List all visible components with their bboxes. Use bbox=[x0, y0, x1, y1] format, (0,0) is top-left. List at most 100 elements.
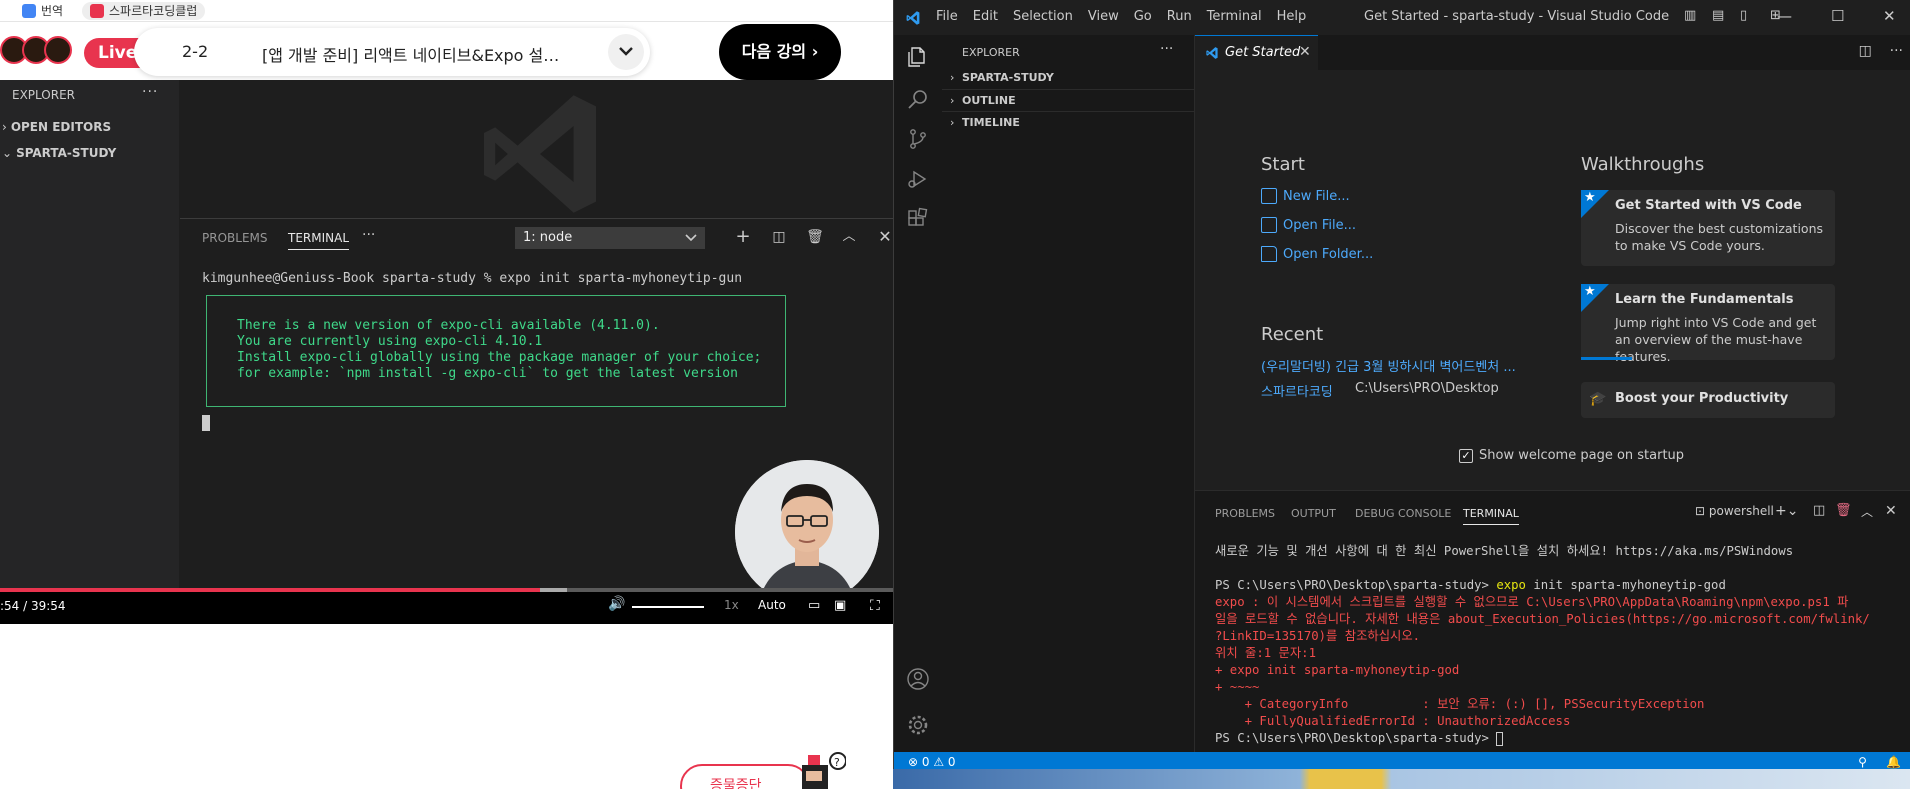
problems-count[interactable]: ⊗ 0 ⚠ 0 bbox=[908, 755, 956, 769]
new-file-icon bbox=[1261, 188, 1277, 204]
minimize-icon[interactable]: — bbox=[1777, 7, 1792, 25]
split-editor-icon[interactable]: ◫ bbox=[1859, 43, 1872, 59]
recent-item-path: C:\Users\PRO\Desktop bbox=[1355, 381, 1499, 396]
tab-bar: Get Started ✕ ◫ ··· bbox=[1195, 35, 1910, 70]
menu-file[interactable]: File bbox=[936, 9, 958, 24]
startup-checkbox[interactable]: ✓ Show welcome page on startup bbox=[1459, 448, 1684, 463]
video-workspace: ⌄ SPARTA-STUDY bbox=[2, 146, 117, 160]
video-update-text: There is a new version of expo-cli avail… bbox=[237, 318, 762, 381]
lecture-title: [앱 개발 준비] 리액트 네이티브&Expo 설… bbox=[262, 46, 560, 65]
split-icon: ◫ bbox=[772, 229, 786, 245]
quality-control[interactable]: Auto bbox=[758, 598, 786, 612]
walkthrough-fundamentals[interactable]: ★ Learn the Fundamentals Jump right into… bbox=[1581, 284, 1835, 364]
vscode-window: File Edit Selection View Go Run Terminal Help G… bbox=[893, 0, 1910, 774]
plus-icon[interactable]: +⌄ bbox=[1775, 503, 1798, 519]
menu-view[interactable]: View bbox=[1088, 9, 1119, 24]
walkthroughs-heading: Walkthroughs bbox=[1581, 154, 1705, 175]
video-player[interactable]: EXPLORER ··· › OPEN EDITORS ⌄ SPARTA-STUDY… bbox=[0, 80, 893, 624]
account-icon[interactable] bbox=[906, 667, 930, 691]
sparta-logo-icon bbox=[90, 4, 104, 18]
video-open-editors: › OPEN EDITORS bbox=[2, 120, 112, 134]
toggle-panel-icon[interactable]: ▤ bbox=[1712, 8, 1724, 23]
video-terminal-select: 1: node bbox=[515, 227, 705, 249]
open-file-link[interactable]: Open File... bbox=[1261, 217, 1356, 233]
terminal-line: + FullyQualifiedErrorId : UnauthorizedAc… bbox=[1215, 714, 1571, 728]
close-icon[interactable]: ✕ bbox=[1885, 503, 1897, 519]
terminal-output[interactable]: 새로운 기능 및 개선 사항에 대 한 최신 PowerShell을 설치 하세… bbox=[1215, 543, 1870, 747]
section-outline[interactable]: › OUTLINE bbox=[942, 89, 1195, 111]
trash-icon[interactable]: 🗑 bbox=[1835, 503, 1852, 518]
pip-icon[interactable]: ▣ bbox=[834, 598, 846, 613]
extensions-icon[interactable] bbox=[906, 207, 930, 231]
section-timeline[interactable]: › TIMELINE bbox=[942, 111, 1195, 133]
walkthrough-get-started[interactable]: ★ Get Started with VS Code Discover the … bbox=[1581, 190, 1835, 266]
panel-tab-terminal[interactable]: TERMINAL bbox=[1463, 507, 1519, 525]
bell-icon[interactable]: 🔔 bbox=[1886, 755, 1901, 769]
terminal-line: 위치 줄:1 문자:1 bbox=[1215, 646, 1316, 660]
maximize-icon[interactable]: ☐ bbox=[1831, 7, 1844, 25]
more-icon[interactable]: ··· bbox=[1890, 43, 1903, 59]
menu-bar: File Edit Selection View Go Run Terminal Help bbox=[936, 9, 1321, 24]
next-lecture-button[interactable]: 다음 강의 › bbox=[719, 24, 841, 80]
video-terminal-prompt: kimgunhee@Geniuss-Book sparta-study % ex… bbox=[202, 271, 743, 286]
check-icon: ✓ bbox=[1459, 448, 1473, 463]
recent-item[interactable]: (우리말더빙) 긴급 3월 빙하시대 벽어드벤처 ... bbox=[1261, 356, 1516, 375]
video-progress-bar[interactable] bbox=[0, 588, 893, 592]
start-heading: Start bbox=[1261, 154, 1305, 175]
source-control-icon[interactable] bbox=[906, 127, 930, 151]
chevron-up-icon[interactable]: ︿ bbox=[1861, 503, 1873, 520]
terminal-shell-selector[interactable]: ⊡ powershell bbox=[1695, 504, 1774, 518]
gear-icon[interactable] bbox=[906, 713, 930, 737]
volume-slider[interactable] bbox=[632, 606, 704, 608]
walkthrough-productivity[interactable]: 🎓 Boost your Productivity bbox=[1581, 382, 1835, 418]
menu-run[interactable]: Run bbox=[1167, 9, 1192, 24]
panel-tab-debug-console[interactable]: DEBUG CONSOLE bbox=[1355, 507, 1451, 520]
status-right: ⚲ 🔔 bbox=[1858, 755, 1901, 769]
search-icon[interactable] bbox=[906, 87, 930, 111]
close-icon[interactable]: ✕ bbox=[1883, 7, 1896, 25]
chevron-down-icon[interactable] bbox=[608, 34, 644, 70]
mascot-icon: ? bbox=[802, 752, 846, 789]
report-button[interactable]: 증물증단 bbox=[680, 764, 810, 789]
terminal-cursor bbox=[202, 415, 210, 431]
fullscreen-icon[interactable]: ⛶ bbox=[870, 598, 880, 614]
terminal-line: PS C:\Users\PRO\Desktop\sparta-study> ex… bbox=[1215, 578, 1726, 592]
more-icon[interactable]: ··· bbox=[1160, 41, 1173, 57]
section-workspace[interactable]: › SPARTA-STUDY bbox=[942, 67, 1195, 89]
volume-icon[interactable]: 🔊 bbox=[608, 596, 625, 612]
page-content: 증물증단 ? bbox=[0, 624, 893, 789]
bookmark-translate[interactable]: 번역 bbox=[0, 2, 63, 20]
panel-tab-output[interactable]: OUTPUT bbox=[1291, 507, 1336, 520]
lecture-selector[interactable]: 2-2 [앱 개발 준비] 리액트 네이티브&Expo 설… bbox=[134, 28, 650, 76]
menu-selection[interactable]: Selection bbox=[1013, 9, 1073, 24]
split-icon[interactable]: ◫ bbox=[1813, 503, 1825, 518]
instructor-facecam bbox=[735, 460, 879, 604]
menu-edit[interactable]: Edit bbox=[973, 9, 998, 24]
speed-control[interactable]: 1x bbox=[724, 598, 739, 612]
explorer-icon[interactable] bbox=[906, 45, 930, 69]
close-icon[interactable]: ✕ bbox=[1299, 36, 1311, 69]
menu-help[interactable]: Help bbox=[1277, 9, 1307, 24]
tab-get-started[interactable]: Get Started ✕ bbox=[1195, 35, 1318, 70]
new-file-link[interactable]: New File... bbox=[1261, 188, 1350, 204]
bookmark-sparta[interactable]: 스파르타코딩클럽 bbox=[82, 2, 206, 20]
toggle-secondary-sidebar-icon[interactable]: ▯ bbox=[1740, 8, 1747, 23]
subtitles-icon[interactable]: ▭ bbox=[808, 598, 820, 613]
close-icon: ✕ bbox=[878, 227, 892, 246]
explorer-sidebar: EXPLORER ··· › SPARTA-STUDY › OUTLINE › TIM… bbox=[942, 35, 1195, 752]
terminal-line: + expo init sparta-myhoneytip-god bbox=[1215, 663, 1460, 677]
recent-item[interactable]: 스파르타코딩 bbox=[1261, 381, 1333, 400]
toggle-sidebar-icon[interactable]: ▥ bbox=[1684, 8, 1696, 23]
avatar bbox=[44, 36, 72, 64]
menu-go[interactable]: Go bbox=[1134, 9, 1152, 24]
open-folder-link[interactable]: Open Folder... bbox=[1261, 246, 1373, 262]
video-played-fill bbox=[0, 588, 541, 592]
video-editor bbox=[180, 80, 893, 218]
account-sync-icon[interactable]: ⚲ bbox=[1858, 755, 1867, 769]
menu-terminal[interactable]: Terminal bbox=[1207, 9, 1262, 24]
run-debug-icon[interactable] bbox=[906, 167, 930, 191]
terminal-line: 새로운 기능 및 개선 사항에 대 한 최신 PowerShell을 설치 하세… bbox=[1215, 544, 1794, 558]
panel-tab-problems[interactable]: PROBLEMS bbox=[1215, 507, 1275, 520]
trash-icon: 🗑 bbox=[806, 229, 824, 245]
